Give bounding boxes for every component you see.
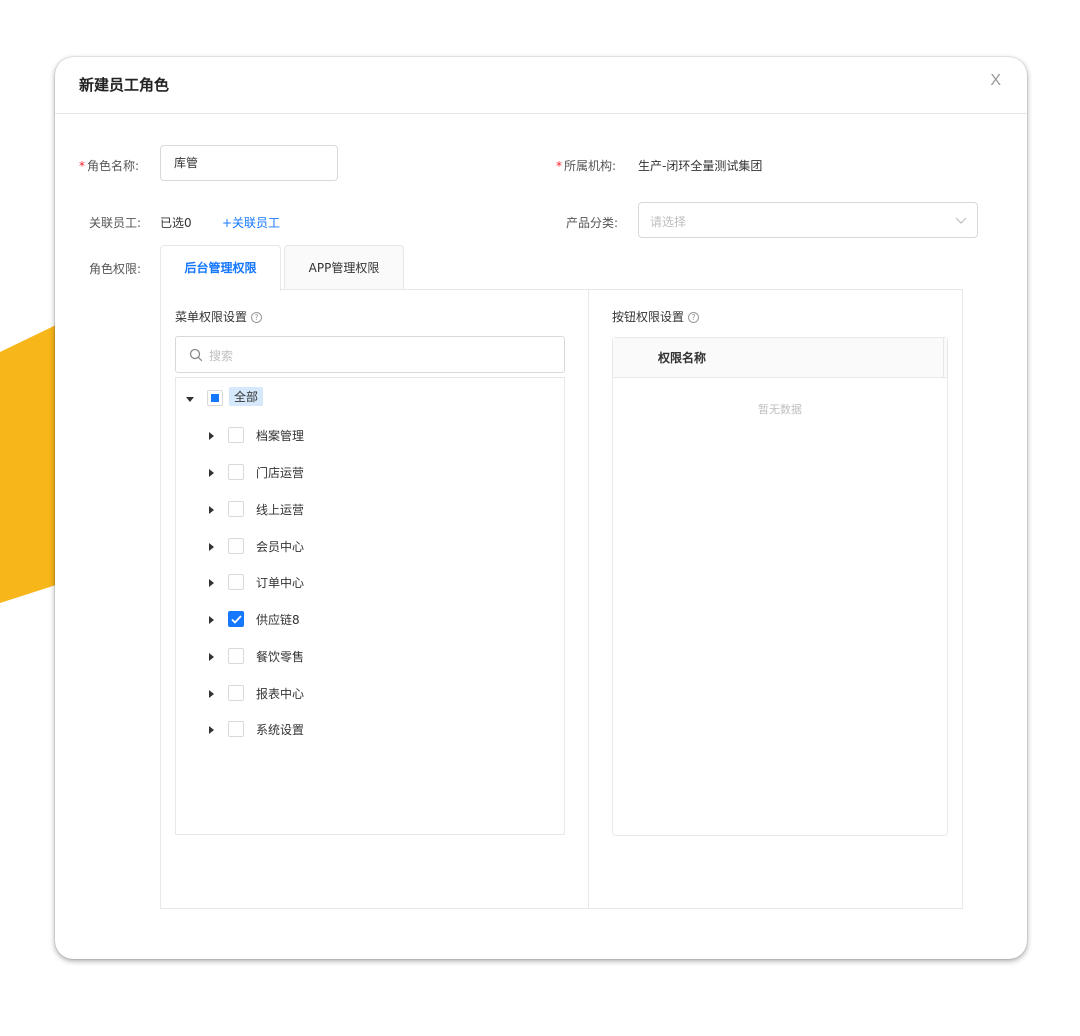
tree-node-checkbox[interactable] [228,464,244,480]
linked-staff-count: 已选0 [160,216,192,230]
product-category-label: 产品分类: [566,216,619,230]
tree-node-checkbox[interactable] [228,427,244,443]
menu-permissions-title: 菜单权限设置? [175,308,263,325]
required-mark: * [79,159,85,173]
org-label: * 所属机构: [556,159,617,173]
table-header: 权限名称 [613,338,947,378]
tree-node[interactable]: 供应链8 [176,609,564,633]
chevron-down-icon [955,214,967,229]
help-icon[interactable]: ? [251,312,263,323]
panel-divider [588,289,589,909]
tree-node-checkbox[interactable] [228,648,244,664]
tree-node[interactable]: 会员中心 [176,536,564,560]
tree-node-checkbox[interactable] [228,574,244,590]
caret-right-icon[interactable] [209,506,214,514]
help-icon[interactable]: ? [688,312,700,323]
caret-right-icon[interactable] [209,690,214,698]
tree-node-checkbox[interactable] [228,538,244,554]
tree-node-label: 全部 [229,387,264,406]
select-placeholder: 请选择 [650,215,687,229]
tree-node-label: 系统设置 [256,723,305,737]
tree-node-root[interactable]: 全部 [176,387,564,412]
tree-node[interactable]: 餐饮零售 [176,646,564,670]
linked-staff-label: 关联员工: [89,216,142,230]
tree-node-label: 订单中心 [256,576,305,590]
dialog-header: 新建员工角色 X [55,57,1027,114]
caret-right-icon[interactable] [209,543,214,551]
column-header-permission-name: 权限名称 [658,351,707,365]
tree-node-label: 餐饮零售 [256,650,305,664]
caret-right-icon[interactable] [209,469,214,477]
close-button[interactable]: X [990,72,1001,90]
tree-node-checkbox[interactable] [228,721,244,737]
tree-node-label: 供应链8 [256,613,300,627]
tree-node[interactable]: 订单中心 [176,572,564,596]
root-checkbox[interactable] [207,390,223,406]
tree-node[interactable]: 档案管理 [176,425,564,449]
tree-node[interactable]: 系统设置 [176,719,564,743]
menu-search-input[interactable]: 搜索 [175,336,565,373]
caret-right-icon[interactable] [209,726,214,734]
search-placeholder: 搜索 [209,349,234,363]
caret-right-icon[interactable] [209,432,214,440]
caret-right-icon[interactable] [209,579,214,587]
empty-state-text: 暂无数据 [758,403,802,416]
column-divider [943,338,947,378]
org-value: 生产-闭环全量测试集团 [638,159,763,173]
caret-down-icon[interactable] [186,397,194,402]
tree-node-label: 档案管理 [256,429,305,443]
tree-node-label: 门店运营 [256,466,305,480]
permissions-label: 角色权限: [89,262,142,276]
caret-right-icon[interactable] [209,616,214,624]
tree-node-label: 报表中心 [256,687,305,701]
product-category-select[interactable]: 请选择 [638,202,978,238]
tree-node[interactable]: 线上运营 [176,499,564,523]
caret-right-icon[interactable] [209,653,214,661]
tree-node-checkbox[interactable] [228,685,244,701]
tab-app-permissions[interactable]: APP管理权限 [284,245,404,290]
role-name-input[interactable]: 库管 [160,145,338,181]
button-permissions-table: 权限名称 暂无数据 [612,337,948,836]
tree-node-label: 会员中心 [256,540,305,554]
dialog-title: 新建员工角色 [79,76,170,94]
role-name-label: * 角色名称: [79,159,140,173]
add-linked-staff-link[interactable]: +关联员工 [222,214,280,231]
required-mark: * [556,159,562,173]
tab-admin-permissions[interactable]: 后台管理权限 [160,245,281,291]
tree-node[interactable]: 门店运营 [176,462,564,486]
tree-node-checkbox[interactable] [228,501,244,517]
new-role-dialog: 新建员工角色 X * 角色名称: 库管 * 所属机构: 生产-闭环全量测试集团 关联… [55,57,1027,959]
tree-node-label: 线上运营 [256,503,305,517]
tree-node[interactable]: 报表中心 [176,683,564,707]
button-permissions-title: 按钮权限设置? [612,308,700,325]
search-icon [189,348,203,366]
menu-permission-tree: 全部 档案管理 门店运营 线上运营 会员中心 订单中心 供应链8 餐饮零售 报表… [175,377,565,835]
tree-node-checkbox-checked[interactable] [228,611,244,627]
check-icon [231,615,242,624]
